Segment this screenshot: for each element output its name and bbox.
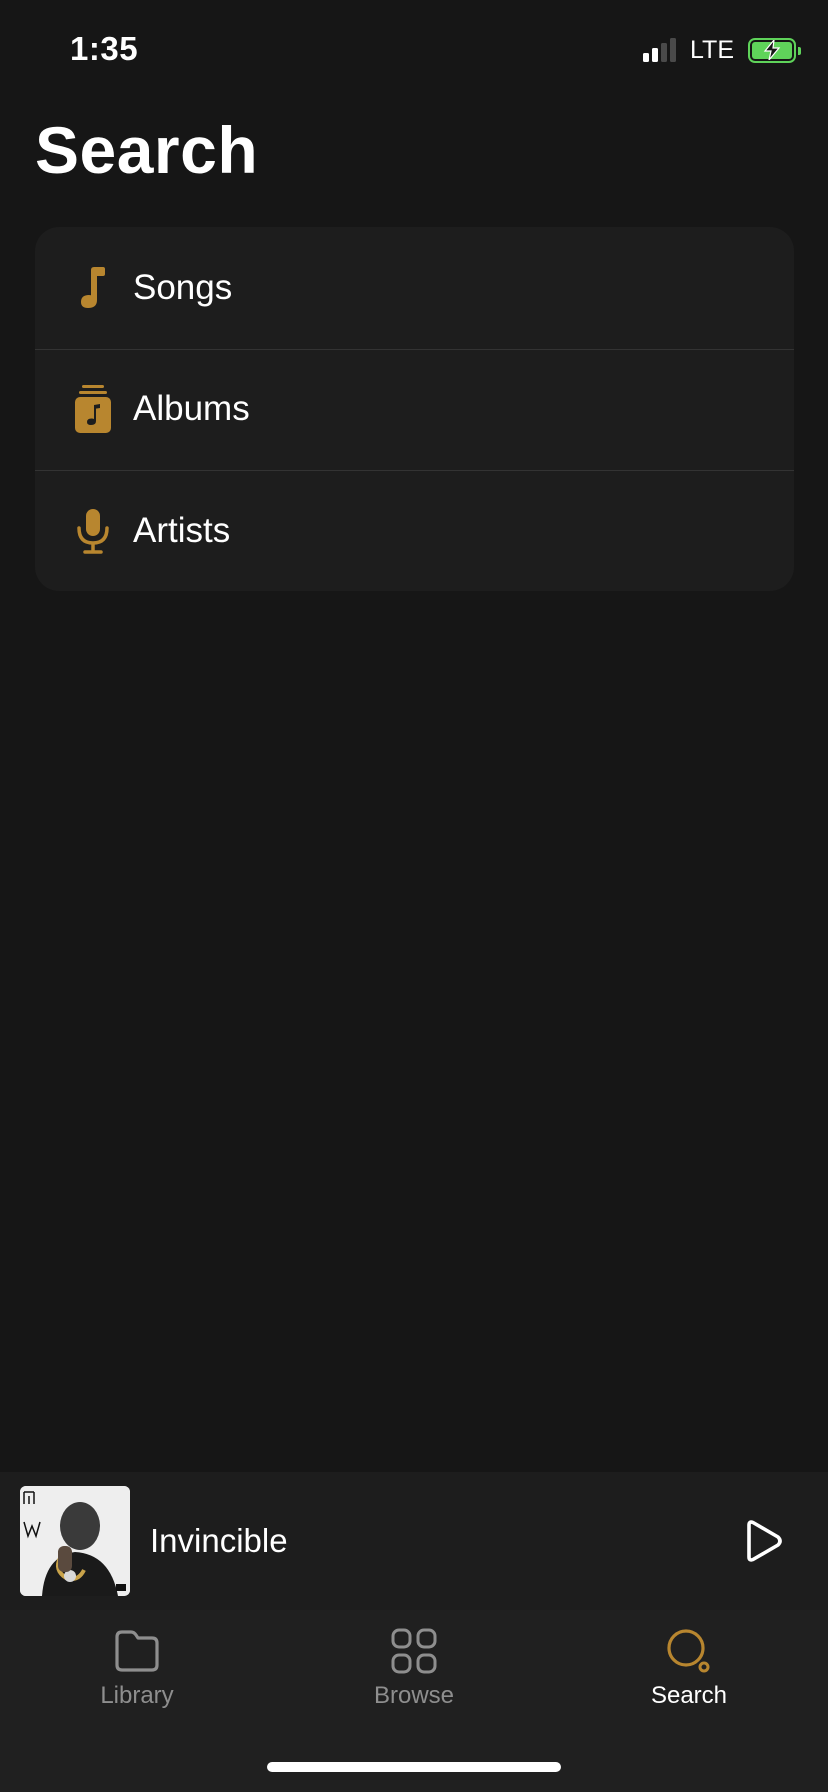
search-category-list: Songs Albums Artists (35, 227, 794, 591)
now-playing-title[interactable]: Invincible (150, 1522, 288, 1560)
music-note-icon (72, 264, 114, 312)
play-icon[interactable] (738, 1517, 786, 1565)
tab-search[interactable]: Search (599, 1626, 779, 1726)
category-label-artists: Artists (133, 510, 231, 550)
page-title: Search (35, 113, 259, 187)
album-artwork[interactable] (20, 1486, 130, 1596)
home-indicator[interactable] (267, 1762, 561, 1772)
category-label-albums: Albums (133, 389, 250, 429)
microphone-icon (72, 507, 114, 555)
category-albums[interactable]: Albums (35, 348, 794, 471)
grid-icon (389, 1626, 439, 1676)
search-screen: 1:35 LTE Search Songs Albums Artists Inv… (0, 0, 828, 1792)
status-indicators: LTE (643, 35, 801, 64)
category-songs[interactable]: Songs (35, 227, 794, 349)
tab-label-browse: Browse (373, 1682, 455, 1709)
folder-icon (112, 1626, 162, 1676)
tab-label-library: Library (100, 1682, 174, 1709)
status-bar: 1:35 LTE (0, 0, 828, 100)
battery-charging-icon (748, 37, 801, 63)
category-artists[interactable]: Artists (35, 470, 794, 591)
category-label-songs: Songs (133, 267, 233, 307)
mini-player[interactable]: Invincible (0, 1472, 828, 1610)
tab-browse[interactable]: Browse (324, 1626, 504, 1726)
network-type: LTE (690, 35, 734, 64)
signal-strength-icon (643, 38, 676, 62)
tab-label-search: Search (650, 1682, 728, 1709)
album-icon (72, 385, 114, 434)
search-icon (664, 1626, 714, 1676)
status-time: 1:35 (70, 30, 139, 67)
tab-library[interactable]: Library (47, 1626, 227, 1726)
